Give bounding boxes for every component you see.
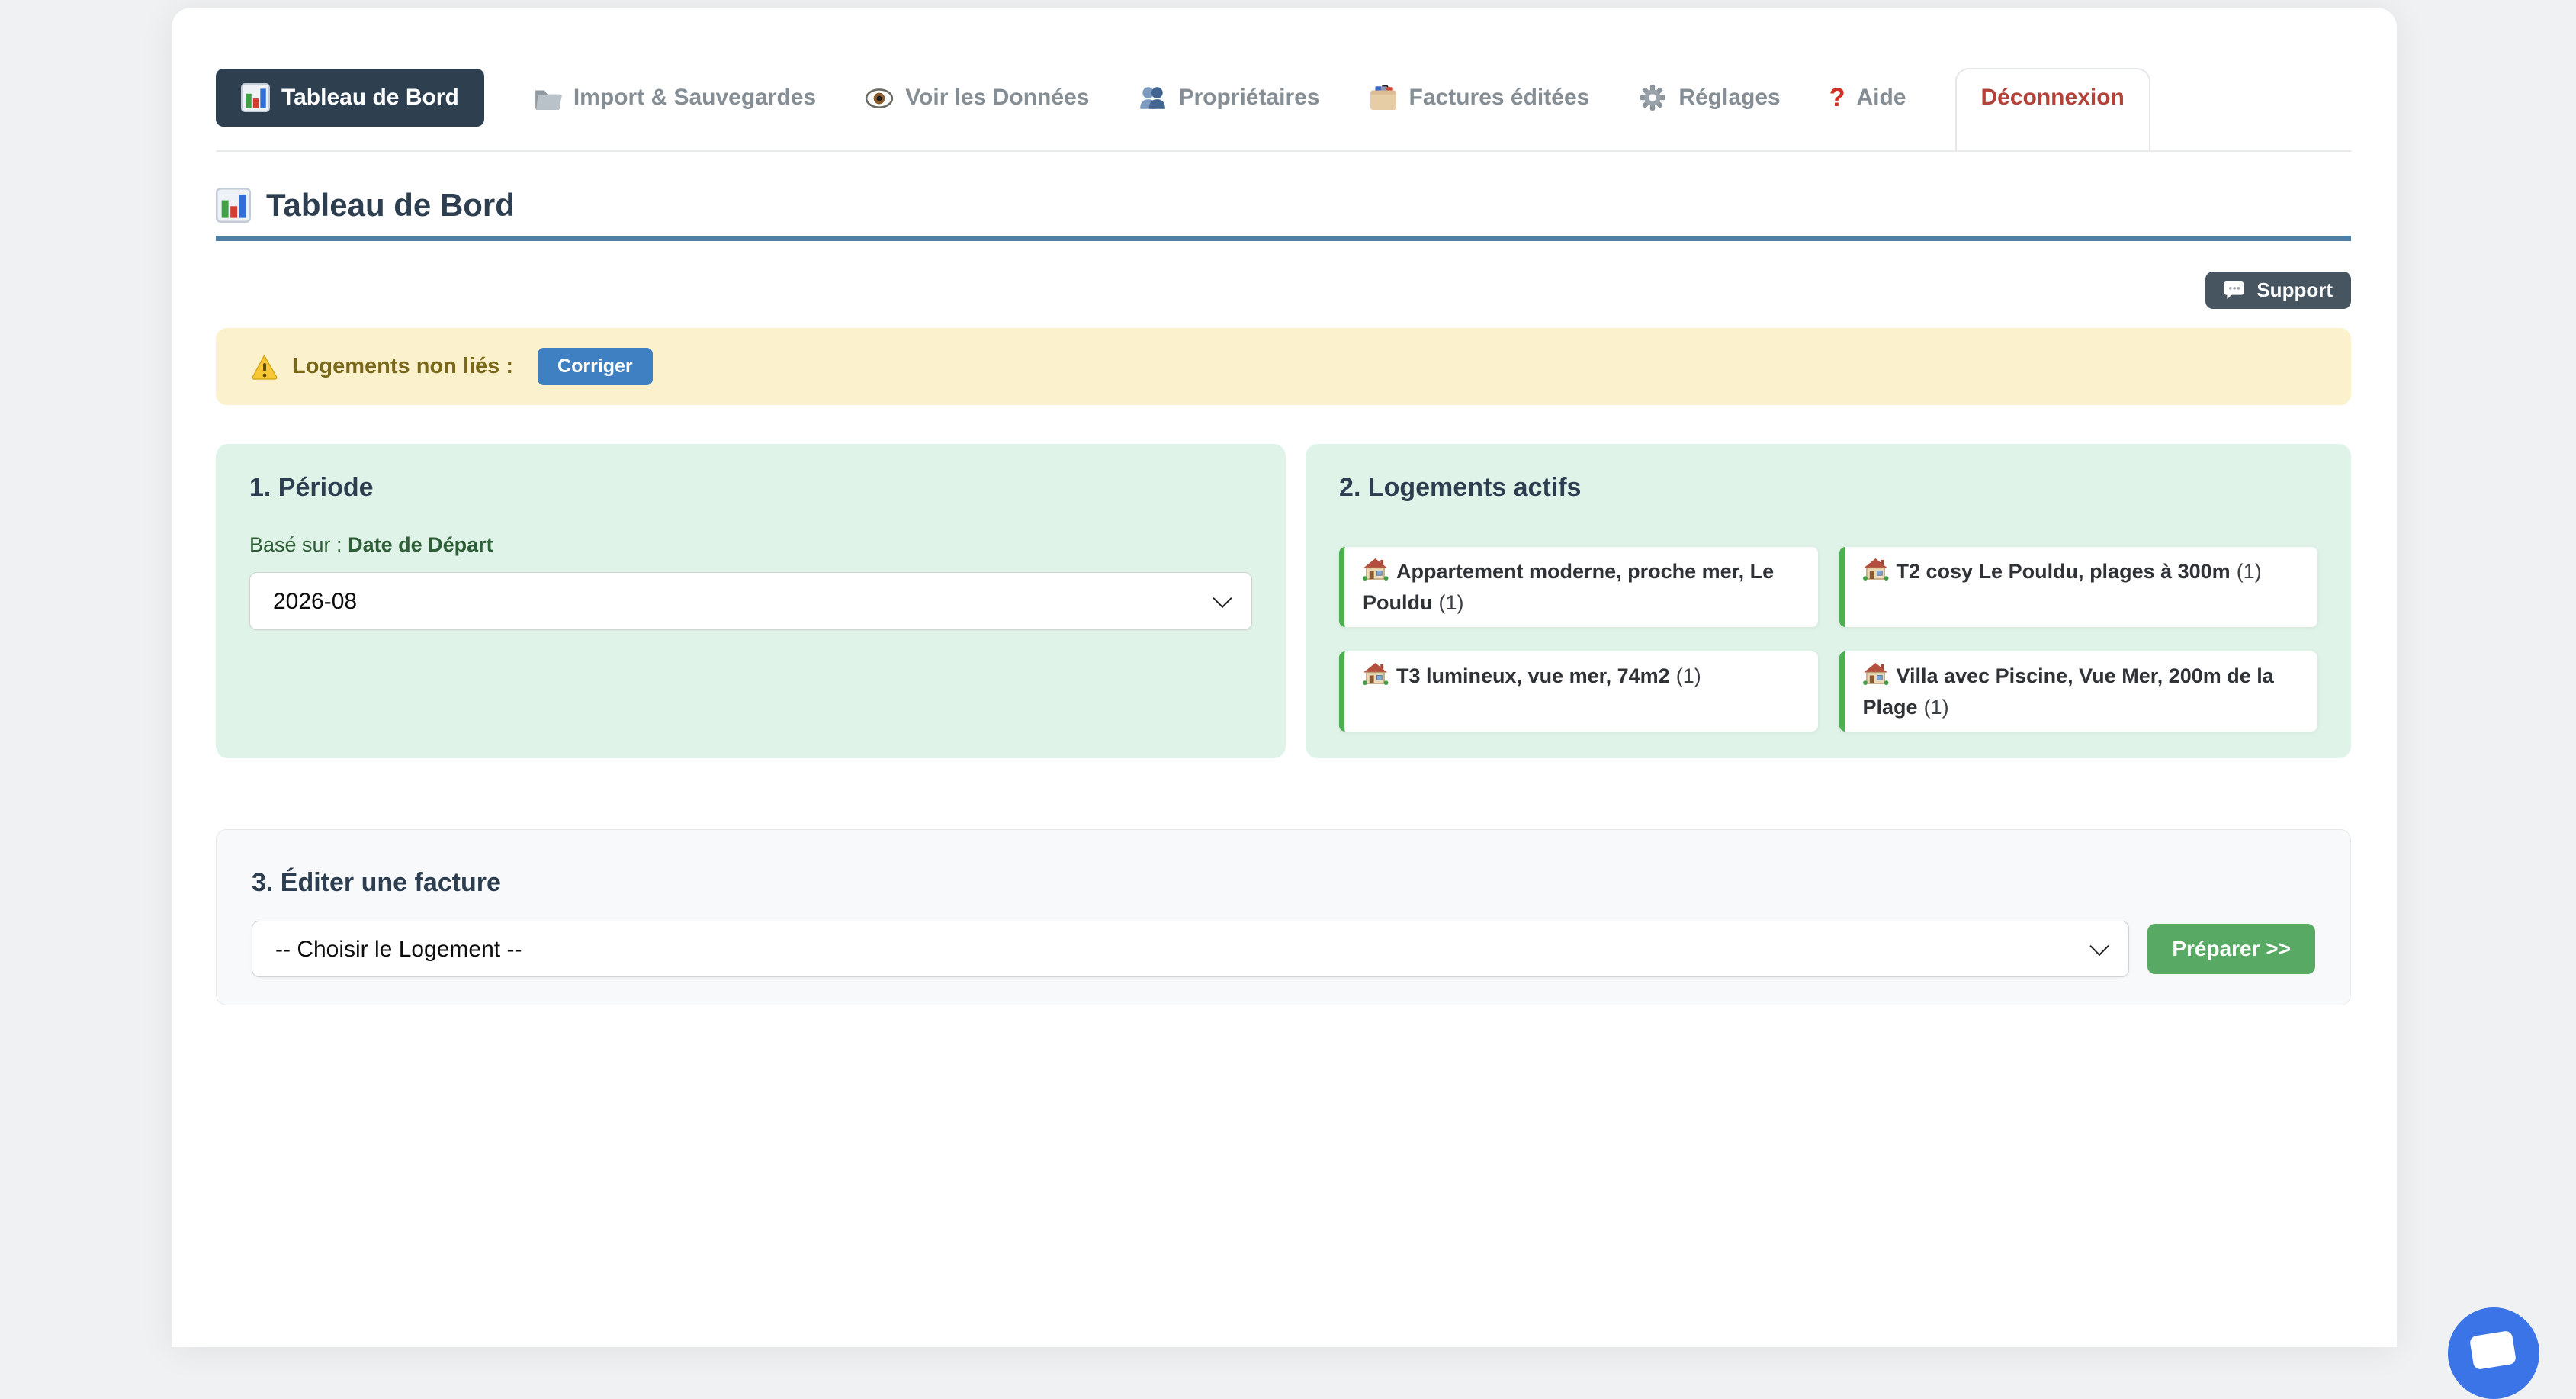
support-label: Support	[2256, 278, 2333, 302]
period-select[interactable]: 2026-08	[249, 572, 1252, 630]
bar-chart-icon	[216, 188, 251, 223]
tab-label: Déconnexion	[1981, 85, 2125, 111]
lodging-count: (1)	[1924, 696, 1949, 719]
period-panel: 1. Période Basé sur : Date de Départ 202…	[216, 444, 1286, 758]
edit-invoice-panel: 3. Éditer une facture -- Choisir le Loge…	[216, 829, 2351, 1005]
chat-widget-button[interactable]	[2448, 1307, 2539, 1399]
based-on-label: Basé sur : Date de Départ	[249, 533, 1252, 557]
lodging-name: T2 cosy Le Pouldu, plages à 300m	[1897, 560, 2231, 583]
warning-icon	[251, 354, 278, 380]
based-on-value: Date de Départ	[348, 533, 493, 556]
lodging-card: Villa avec Piscine, Vue Mer, 200m de la …	[1839, 651, 2317, 732]
red-question-mark-icon: ?	[1829, 85, 1845, 111]
tab-deconnexion[interactable]: Déconnexion	[1955, 68, 2150, 127]
lodging-select[interactable]: -- Choisir le Logement --	[252, 921, 2129, 977]
speech-balloon-icon	[2469, 1330, 2517, 1370]
period-heading: 1. Période	[249, 473, 1252, 503]
house-icon	[1363, 558, 1389, 581]
eye-icon	[865, 83, 894, 112]
lodging-count: (1)	[1676, 664, 1701, 687]
lodging-name: Appartement moderne, proche mer, Le Poul…	[1363, 560, 1774, 614]
tab-reglages[interactable]: Réglages	[1638, 83, 1780, 112]
tab-voir-les-donnees[interactable]: Voir les Données	[865, 83, 1089, 112]
lodgings-heading: 2. Logements actifs	[1339, 473, 2317, 503]
card-index-icon	[1369, 83, 1398, 112]
lodging-card: T2 cosy Le Pouldu, plages à 300m (1)	[1839, 547, 2317, 627]
lodging-card: T3 lumineux, vue mer, 74m2 (1)	[1339, 651, 1817, 732]
folder-icon	[533, 83, 562, 112]
gear-icon	[1638, 83, 1667, 112]
users-icon	[1138, 83, 1167, 112]
tab-label: Voir les Données	[905, 85, 1089, 111]
house-icon	[1863, 558, 1889, 581]
page-title-text: Tableau de Bord	[266, 187, 515, 224]
title-underline	[216, 236, 2351, 241]
bar-chart-icon	[241, 83, 270, 112]
page-title: Tableau de Bord	[216, 187, 2351, 224]
house-icon	[1363, 662, 1389, 685]
tab-aide[interactable]: ? Aide	[1829, 85, 1906, 111]
tab-label: Import & Sauvegardes	[573, 85, 816, 111]
main-nav: Tableau de Bord Import & Sauvegardes Voi…	[216, 68, 2351, 152]
tab-proprietaires[interactable]: Propriétaires	[1138, 83, 1319, 112]
tab-label: Tableau de Bord	[281, 85, 459, 111]
tab-label: Réglages	[1678, 85, 1780, 111]
tab-import-sauvegardes[interactable]: Import & Sauvegardes	[533, 83, 816, 112]
tab-label: Propriétaires	[1178, 85, 1319, 111]
lodging-card: Appartement moderne, proche mer, Le Poul…	[1339, 547, 1817, 627]
warning-text: Logements non liés :	[292, 354, 513, 379]
corriger-button[interactable]: Corriger	[538, 348, 653, 385]
lodging-count: (1)	[1439, 591, 1464, 614]
lodging-count: (1)	[2237, 560, 2262, 583]
support-button[interactable]: Support	[2205, 272, 2351, 309]
tab-factures-editees[interactable]: Factures éditées	[1369, 83, 1590, 112]
tab-label: Aide	[1856, 85, 1906, 111]
active-lodgings-panel: 2. Logements actifs Appartement moderne,…	[1306, 444, 2351, 758]
house-icon	[1863, 662, 1889, 685]
warning-banner: Logements non liés : Corriger	[216, 328, 2351, 405]
invoice-heading: 3. Éditer une facture	[252, 868, 2315, 898]
lodging-name: T3 lumineux, vue mer, 74m2	[1396, 664, 1670, 687]
tab-tableau-de-bord[interactable]: Tableau de Bord	[216, 69, 484, 127]
app-window: Tableau de Bord Import & Sauvegardes Voi…	[172, 8, 2397, 1347]
tab-label: Factures éditées	[1409, 85, 1590, 111]
preparer-button[interactable]: Préparer >>	[2147, 924, 2315, 974]
speech-balloon-icon	[2224, 279, 2247, 301]
